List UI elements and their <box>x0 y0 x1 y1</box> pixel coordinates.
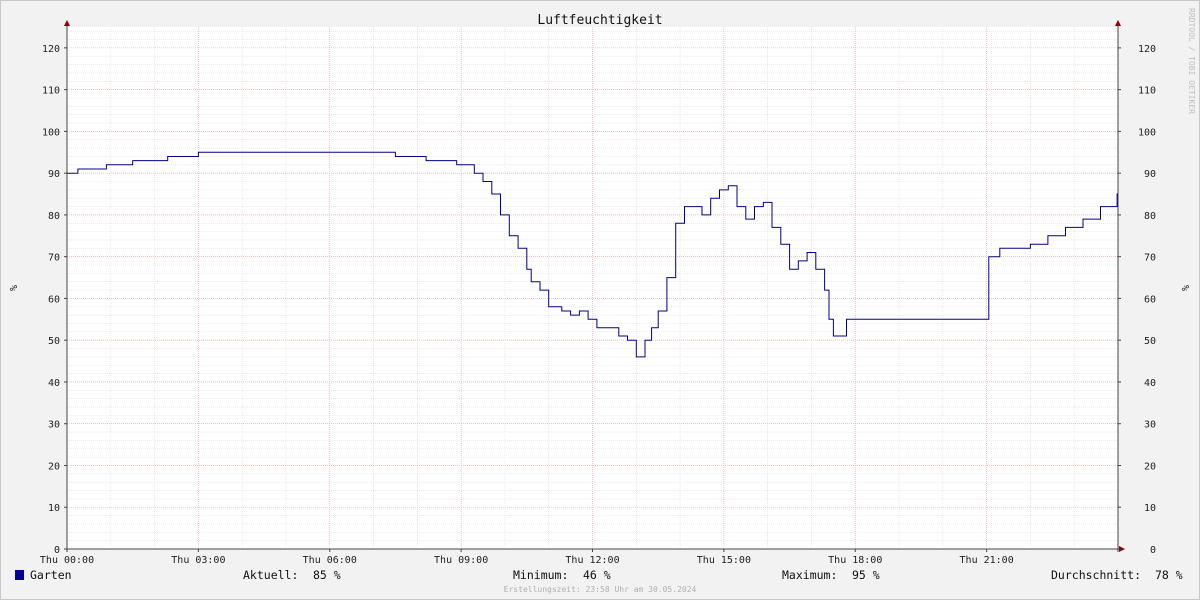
legend-max-value: 95 % <box>852 568 880 582</box>
x-axis-ticks: Thu 00:00 Thu 03:00 Thu 06:00 Thu 09:00 Thu … <box>40 549 1014 566</box>
legend-current-label: Aktuell: <box>243 568 298 582</box>
y-tick-label-left: 20 <box>48 461 60 472</box>
y-tick-label-left: 60 <box>48 294 60 305</box>
legend-avg-label: Durchschnitt: <box>1051 568 1141 582</box>
chart-frame: 0 10 20 30 40 50 60 70 80 90 100 110 120 0 10 20 30 40 50… <box>0 0 1200 600</box>
x-tick-label: Thu 12:00 <box>565 555 619 566</box>
y-tick-label-right: 50 <box>1144 336 1156 347</box>
y-tick-label-left: 70 <box>48 253 60 264</box>
legend-min-label: Minimum: <box>513 568 568 582</box>
y-tick-label-left: 50 <box>48 336 60 347</box>
y-tick-label-right: 30 <box>1144 420 1156 431</box>
y-tick-label-right: 70 <box>1144 253 1156 264</box>
y-tick-label-left: 30 <box>48 420 60 431</box>
y-axis-left-arrow <box>64 20 70 26</box>
chart-title: Luftfeuchtigkeit <box>537 13 662 28</box>
y-tick-label-right: 0 <box>1150 545 1156 556</box>
y-tick-label-right: 10 <box>1144 503 1156 514</box>
y-tick-label-left: 40 <box>48 378 60 389</box>
y-axis-right-arrow <box>1115 20 1121 26</box>
y-tick-label-right: 120 <box>1138 44 1156 55</box>
y-tick-label-left: 100 <box>42 127 60 138</box>
rrdtool-watermark: RRDTOOL / TOBI OETIKER <box>1187 8 1196 114</box>
x-tick-label: Thu 06:00 <box>303 555 357 566</box>
legend-min-value: 46 % <box>583 568 611 582</box>
y-tick-label-right: 60 <box>1144 294 1156 305</box>
x-tick-label: Thu 21:00 <box>960 555 1014 566</box>
y-axis-left-ticks: 0102030405060708090100110120 <box>42 44 67 556</box>
y-axis-label-right: % <box>1179 285 1190 291</box>
legend-avg-value: 78 % <box>1155 568 1183 582</box>
y-tick-label-left: 110 <box>42 86 60 97</box>
y-tick-label-left: 10 <box>48 503 60 514</box>
y-tick-label-right: 40 <box>1144 378 1156 389</box>
footer-timestamp: Erstellungszeit: 23:58 Uhr am 30.05.2024 <box>504 585 697 594</box>
legend-swatch <box>15 570 24 580</box>
y-tick-label-left: 120 <box>42 44 60 55</box>
y-axis-right-ticks: 0 10 20 30 40 50 60 70 80 90 100 110 120 <box>1118 44 1156 556</box>
y-tick-label-right: 20 <box>1144 461 1156 472</box>
y-tick-label-right: 80 <box>1144 211 1156 222</box>
legend-series-name: Garten <box>30 568 72 582</box>
x-tick-label: Thu 03:00 <box>171 555 225 566</box>
y-tick-label-right: 100 <box>1138 127 1156 138</box>
y-tick-label-right: 90 <box>1144 169 1156 180</box>
legend-max-label: Maximum: <box>782 568 837 582</box>
y-axis-label-left: % <box>7 285 18 291</box>
x-tick-label: Thu 00:00 <box>40 555 94 566</box>
x-tick-label: Thu 15:00 <box>697 555 751 566</box>
y-tick-label-left: 80 <box>48 211 60 222</box>
x-tick-label: Thu 18:00 <box>828 555 882 566</box>
chart-canvas: 0 10 20 30 40 50 60 70 80 90 100 110 120 0 10 20 30 40 50… <box>7 8 1196 594</box>
legend-current-value: 85 % <box>313 568 341 582</box>
x-tick-label: Thu 09:00 <box>434 555 488 566</box>
y-tick-label-right: 110 <box>1138 86 1156 97</box>
y-tick-label-left: 90 <box>48 169 60 180</box>
